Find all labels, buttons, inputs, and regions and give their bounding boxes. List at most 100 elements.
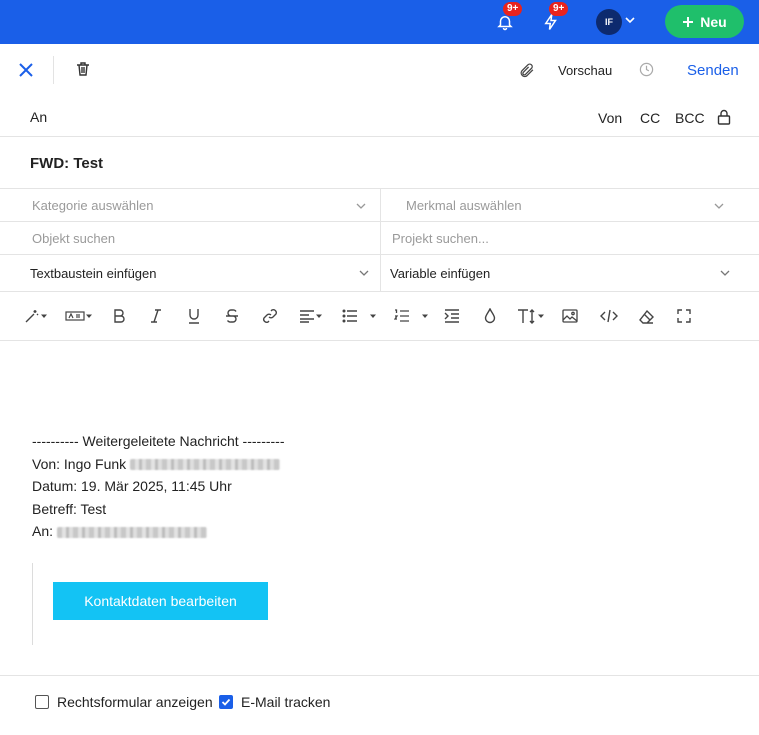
forward-date-line: Datum: 19. Mär 2025, 11:45 Uhr xyxy=(32,478,232,494)
legal-form-label: Rechtsformular anzeigen xyxy=(57,694,213,710)
numbered-list-button[interactable] xyxy=(394,306,410,326)
chevron-down-icon xyxy=(359,270,369,276)
edit-contact-button[interactable]: Kontaktdaten bearbeiten xyxy=(53,582,268,620)
send-button[interactable]: Senden xyxy=(687,62,739,79)
variable-select[interactable]: Variable einfügen xyxy=(381,255,759,291)
feature-placeholder: Merkmal auswählen xyxy=(406,198,522,213)
bold-button[interactable] xyxy=(112,306,126,326)
text-color-button[interactable] xyxy=(483,306,497,326)
link-icon xyxy=(263,309,277,323)
category-placeholder: Kategorie auswählen xyxy=(32,198,154,213)
avatar[interactable]: IF xyxy=(596,9,622,35)
chevron-down-icon[interactable] xyxy=(624,14,636,26)
close-icon[interactable] xyxy=(18,62,34,78)
editor-toolbar xyxy=(0,292,759,341)
textblock-label: Textbaustein einfügen xyxy=(30,266,157,281)
magic-wand-icon xyxy=(25,310,39,323)
underline-button[interactable] xyxy=(187,306,201,326)
numbered-list-dropdown[interactable] xyxy=(421,306,429,326)
bullet-list-icon xyxy=(342,309,357,323)
check-icon xyxy=(221,698,231,706)
align-left-icon xyxy=(300,310,314,323)
fullscreen-button[interactable] xyxy=(677,306,691,326)
forward-from-line: Von: Ingo Funk xyxy=(32,453,285,476)
textblock-variable-row: Textbaustein einfügen Variable einfügen xyxy=(0,255,759,292)
legal-form-checkbox[interactable]: Rechtsformular anzeigen xyxy=(35,694,213,710)
font-size-button[interactable] xyxy=(517,306,545,326)
cc-toggle[interactable]: CC xyxy=(640,110,660,126)
project-placeholder: Projekt suchen... xyxy=(392,231,489,246)
subject-row[interactable]: FWD: Test xyxy=(0,137,759,189)
quote-bar xyxy=(32,563,33,645)
textblock-select[interactable]: Textbaustein einfügen xyxy=(0,255,380,291)
text-format-icon xyxy=(65,311,85,321)
checkbox[interactable] xyxy=(35,695,49,709)
italic-icon xyxy=(151,309,161,323)
insert-image-button[interactable] xyxy=(562,306,578,326)
activity-badge: 9+ xyxy=(549,2,569,16)
chevron-down-icon xyxy=(714,203,724,209)
feature-select[interactable]: Merkmal auswählen xyxy=(381,189,759,221)
bullet-list-button[interactable] xyxy=(342,306,358,326)
strikethrough-button[interactable] xyxy=(225,306,239,326)
object-search[interactable]: Objekt suchen xyxy=(0,222,380,254)
droplet-icon xyxy=(484,308,496,324)
align-button[interactable] xyxy=(299,306,323,326)
numbered-list-icon xyxy=(394,309,409,322)
italic-button[interactable] xyxy=(150,306,162,326)
track-email-label: E-Mail tracken xyxy=(241,694,331,710)
object-placeholder: Objekt suchen xyxy=(32,231,116,246)
bold-icon xyxy=(114,309,125,323)
to-label: An xyxy=(30,109,48,125)
notifications-badge: 9+ xyxy=(503,2,523,16)
top-bar: 9+ 9+ IF Neu xyxy=(0,0,759,44)
email-body[interactable]: ---------- Weitergeleitete Nachricht ---… xyxy=(32,430,285,543)
checkbox-checked[interactable] xyxy=(219,695,233,709)
paragraph-format-button[interactable] xyxy=(65,306,93,326)
caret-down-icon xyxy=(316,314,322,318)
trash-icon[interactable] xyxy=(75,61,91,77)
redacted-email xyxy=(130,459,281,471)
forward-header: ---------- Weitergeleitete Nachricht ---… xyxy=(32,433,285,449)
notifications-button[interactable]: 9+ xyxy=(493,2,523,34)
forward-subject-line: Betreff: Test xyxy=(32,500,107,517)
forward-to-line: An: xyxy=(32,520,285,543)
variable-label: Variable einfügen xyxy=(390,266,491,281)
activity-button[interactable]: 9+ xyxy=(539,2,569,34)
redacted-email xyxy=(56,526,207,538)
category-feature-row: Kategorie auswählen Merkmal auswählen xyxy=(0,189,759,222)
track-email-checkbox[interactable]: E-Mail tracken xyxy=(219,694,330,710)
new-button[interactable]: Neu xyxy=(665,5,744,38)
bullet-list-dropdown[interactable] xyxy=(369,306,377,326)
caret-down-icon xyxy=(422,314,428,318)
paperclip-icon[interactable] xyxy=(518,62,535,79)
caret-down-icon xyxy=(86,314,92,318)
clock-icon[interactable] xyxy=(639,62,654,77)
code-view-button[interactable] xyxy=(600,306,618,326)
magic-format-button[interactable] xyxy=(24,306,48,326)
category-select[interactable]: Kategorie auswählen xyxy=(0,189,380,221)
image-icon xyxy=(562,309,578,323)
caret-down-icon xyxy=(370,314,376,318)
chevron-down-icon xyxy=(720,270,730,276)
new-button-label: Neu xyxy=(700,13,727,30)
font-size-icon xyxy=(518,309,535,324)
lock-icon[interactable] xyxy=(717,109,731,125)
divider xyxy=(53,56,54,84)
strikethrough-icon xyxy=(226,309,238,323)
from-toggle[interactable]: Von xyxy=(598,110,622,126)
bcc-toggle[interactable]: BCC xyxy=(675,110,705,126)
code-icon xyxy=(600,309,618,323)
subject-field[interactable]: FWD: Test xyxy=(30,155,103,172)
caret-down-icon xyxy=(41,314,47,318)
indent-button[interactable] xyxy=(444,306,460,326)
compose-footer: Rechtsformular anzeigen E-Mail tracken xyxy=(0,675,759,735)
link-button[interactable] xyxy=(262,306,278,326)
eraser-icon xyxy=(639,309,654,324)
project-search[interactable]: Projekt suchen... xyxy=(381,222,759,254)
recipient-row[interactable]: An Von CC BCC xyxy=(0,96,759,137)
compose-toolbar: Vorschau Senden xyxy=(0,44,759,96)
fullscreen-icon xyxy=(677,309,691,323)
clear-format-button[interactable] xyxy=(638,306,655,326)
preview-button[interactable]: Vorschau xyxy=(558,63,612,78)
